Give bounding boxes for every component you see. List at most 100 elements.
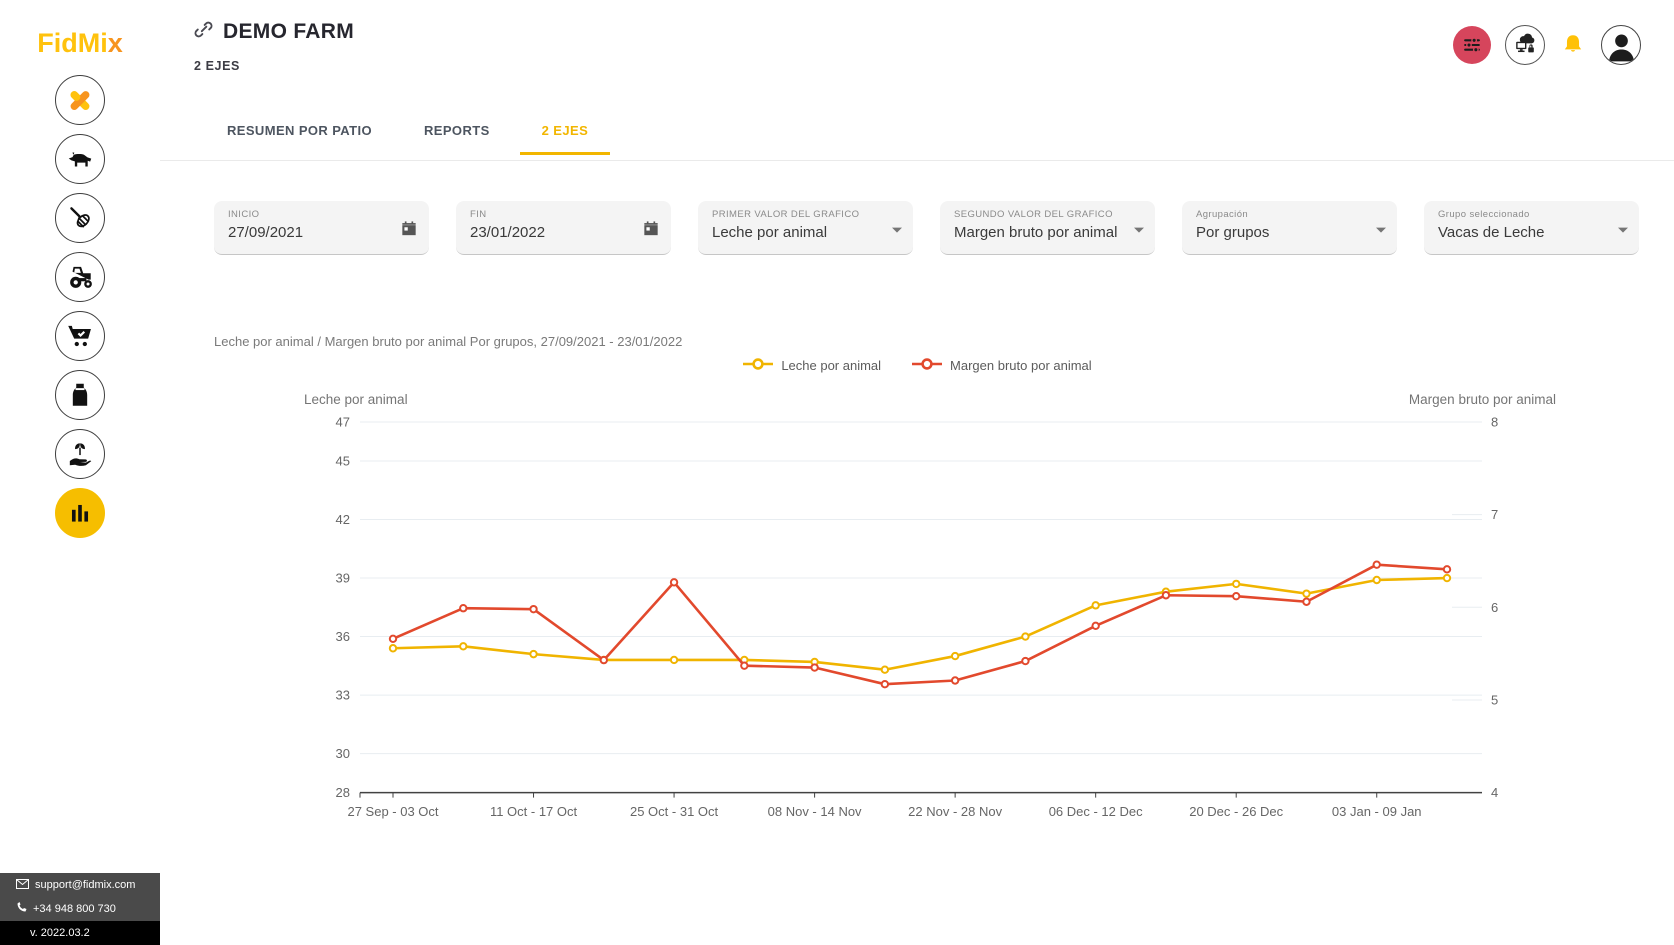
sidebar-item-machinery[interactable] (55, 252, 105, 302)
page-header: DEMO FARM (194, 20, 354, 44)
sidebar-item-crops[interactable] (55, 429, 105, 479)
left-axis-tick: 28 (336, 785, 350, 800)
sidebar-footer: support@fidmix.com +34 948 800 730 v. 20… (0, 873, 160, 945)
filter-value: 27/09/2021 (228, 224, 304, 241)
link-icon (194, 20, 213, 44)
sliders-icon (1460, 33, 1484, 57)
tab-reports[interactable]: REPORTS (402, 110, 512, 155)
filter-value: 23/01/2022 (470, 224, 546, 241)
sidebar: FidMix support@fidmix.com +34 948 800 73… (0, 0, 160, 945)
x-axis-label: 03 Jan - 09 Jan (1332, 804, 1422, 819)
right-axis-tick: 7 (1491, 507, 1498, 522)
legend-item-leche-por-animal[interactable]: Leche por animal (742, 358, 881, 373)
plant-hand-icon (65, 439, 95, 469)
data-point-leche-por-animal (1232, 579, 1241, 589)
filter-label: FIN (470, 209, 487, 220)
data-point-margen-bruto-por-animal (880, 679, 890, 689)
data-point-leche-por-animal (1372, 575, 1381, 585)
data-point-margen-bruto-por-animal (1442, 565, 1452, 574)
x-axis-label: 27 Sep - 03 Oct (347, 804, 438, 819)
data-point-leche-por-animal (459, 642, 468, 651)
chart-title: Leche por animal / Margen bruto por anim… (214, 334, 683, 349)
left-axis-title: Leche por animal (304, 392, 408, 407)
data-point-leche-por-animal (388, 644, 398, 653)
two-axis-line-chart[interactable]: 47 45 42 39 36 33 30 28 8 7 6 5 4 27 Sep - 03 Oct 11 O… (160, 380, 1674, 845)
sidebar-item-feed-mixer[interactable] (55, 193, 105, 243)
series-line-leche-por-animal (392, 576, 1448, 672)
data-point-leche-por-animal (1442, 573, 1452, 583)
user-avatar-icon (1603, 27, 1640, 64)
left-axis-tick: 45 (336, 454, 350, 469)
data-point-leche-por-animal (880, 665, 890, 674)
notifications-button[interactable] (1559, 31, 1587, 59)
data-point-margen-bruto-por-animal (1302, 597, 1311, 606)
chevron-down-icon (1617, 221, 1629, 239)
x-axis-label: 06 Dec - 12 Dec (1049, 804, 1143, 819)
x-axis-label: 11 Oct - 17 Oct (490, 804, 578, 819)
legend-marker (911, 358, 943, 373)
filter-label: Grupo seleccionado (1438, 209, 1530, 220)
fidmix-app: FidMix support@fidmix.com +34 948 800 73… (0, 0, 1674, 945)
left-axis-tick: 47 (336, 415, 350, 430)
sidebar-item-charts[interactable] (55, 488, 105, 538)
chevron-down-icon (1375, 221, 1387, 239)
data-point-margen-bruto-por-animal (1021, 656, 1030, 666)
filter-value: Por grupos (1196, 224, 1270, 241)
data-point-margen-bruto-por-animal (1232, 591, 1241, 601)
series-line-margen-bruto-por-animal (392, 563, 1448, 686)
calendar-icon (641, 218, 661, 243)
phone-icon (16, 902, 27, 916)
data-point-leche-por-animal (669, 655, 679, 665)
profile-button[interactable] (1601, 25, 1641, 65)
filter-primer-valor-del-grafico[interactable]: PRIMER VALOR DEL GRAFICO Leche por animal (698, 201, 913, 255)
filter-label: SEGUNDO VALOR DEL GRAFICO (954, 209, 1113, 220)
whisk-icon (65, 203, 95, 233)
support-email: support@fidmix.com (35, 879, 136, 891)
filter-agrupaci-n[interactable]: Agrupación Por grupos (1182, 201, 1397, 255)
data-point-leche-por-animal (529, 649, 538, 659)
filter-sliders-button[interactable] (1453, 26, 1491, 64)
tab-resumen-por-patio[interactable]: RESUMEN POR PATIO (205, 110, 394, 155)
page-subtitle: 2 EJES (194, 59, 240, 73)
filter-fin[interactable]: FIN 23/01/2022 (456, 201, 671, 255)
sidebar-item-milk[interactable] (55, 370, 105, 420)
data-point-margen-bruto-por-animal (669, 578, 679, 587)
app-version: v. 2022.03.2 (0, 921, 160, 945)
support-email-link[interactable]: support@fidmix.com (0, 873, 160, 897)
filter-label: PRIMER VALOR DEL GRAFICO (712, 209, 860, 220)
sidebar-item-cows[interactable] (55, 134, 105, 184)
fidmix-logo[interactable]: FidMix (0, 28, 160, 59)
email-icon (16, 878, 29, 892)
devices-sync-button[interactable] (1505, 25, 1545, 65)
right-axis-tick: 8 (1491, 415, 1498, 430)
sidebar-item-fidmix-home[interactable] (55, 75, 105, 125)
data-point-margen-bruto-por-animal (529, 604, 538, 614)
filter-inicio[interactable]: INICIO 27/09/2021 (214, 201, 429, 255)
tractor-icon (65, 262, 95, 292)
chevron-down-icon (891, 221, 903, 239)
data-point-margen-bruto-por-animal (950, 676, 960, 685)
filter-segundo-valor-del-grafico[interactable]: SEGUNDO VALOR DEL GRAFICO Margen bruto po… (940, 201, 1155, 255)
right-axis-tick: 5 (1491, 692, 1498, 707)
tab-2-ejes[interactable]: 2 EJES (519, 110, 611, 155)
filter-grupo-seleccionado[interactable]: Grupo seleccionado Vacas de Leche (1424, 201, 1639, 255)
milk-bottle-icon (65, 380, 95, 410)
filter-value: Margen bruto por animal (954, 224, 1118, 241)
data-point-margen-bruto-por-animal (459, 604, 468, 613)
topbar-actions (1453, 24, 1641, 66)
left-axis-tick: 36 (336, 629, 350, 644)
chevron-down-icon (1133, 221, 1145, 239)
sidebar-item-purchases[interactable] (55, 311, 105, 361)
right-axis-tick: 6 (1491, 600, 1498, 615)
right-axis-tick: 4 (1491, 785, 1498, 800)
left-axis-tick: 30 (336, 746, 350, 761)
main-area: DEMO FARM 2 EJES RESUMEN POR PATIO REPORT… (160, 0, 1674, 945)
legend-label: Leche por animal (781, 358, 882, 373)
logo-accent: x (107, 28, 123, 58)
data-point-margen-bruto-por-animal (1161, 591, 1171, 600)
support-phone-link[interactable]: +34 948 800 730 (0, 897, 160, 921)
filter-value: Vacas de Leche (1438, 224, 1545, 241)
left-axis-tick: 39 (336, 571, 350, 586)
data-point-margen-bruto-por-animal (1091, 621, 1100, 631)
legend-item-margen-bruto-por-animal[interactable]: Margen bruto por animal (911, 358, 1092, 373)
